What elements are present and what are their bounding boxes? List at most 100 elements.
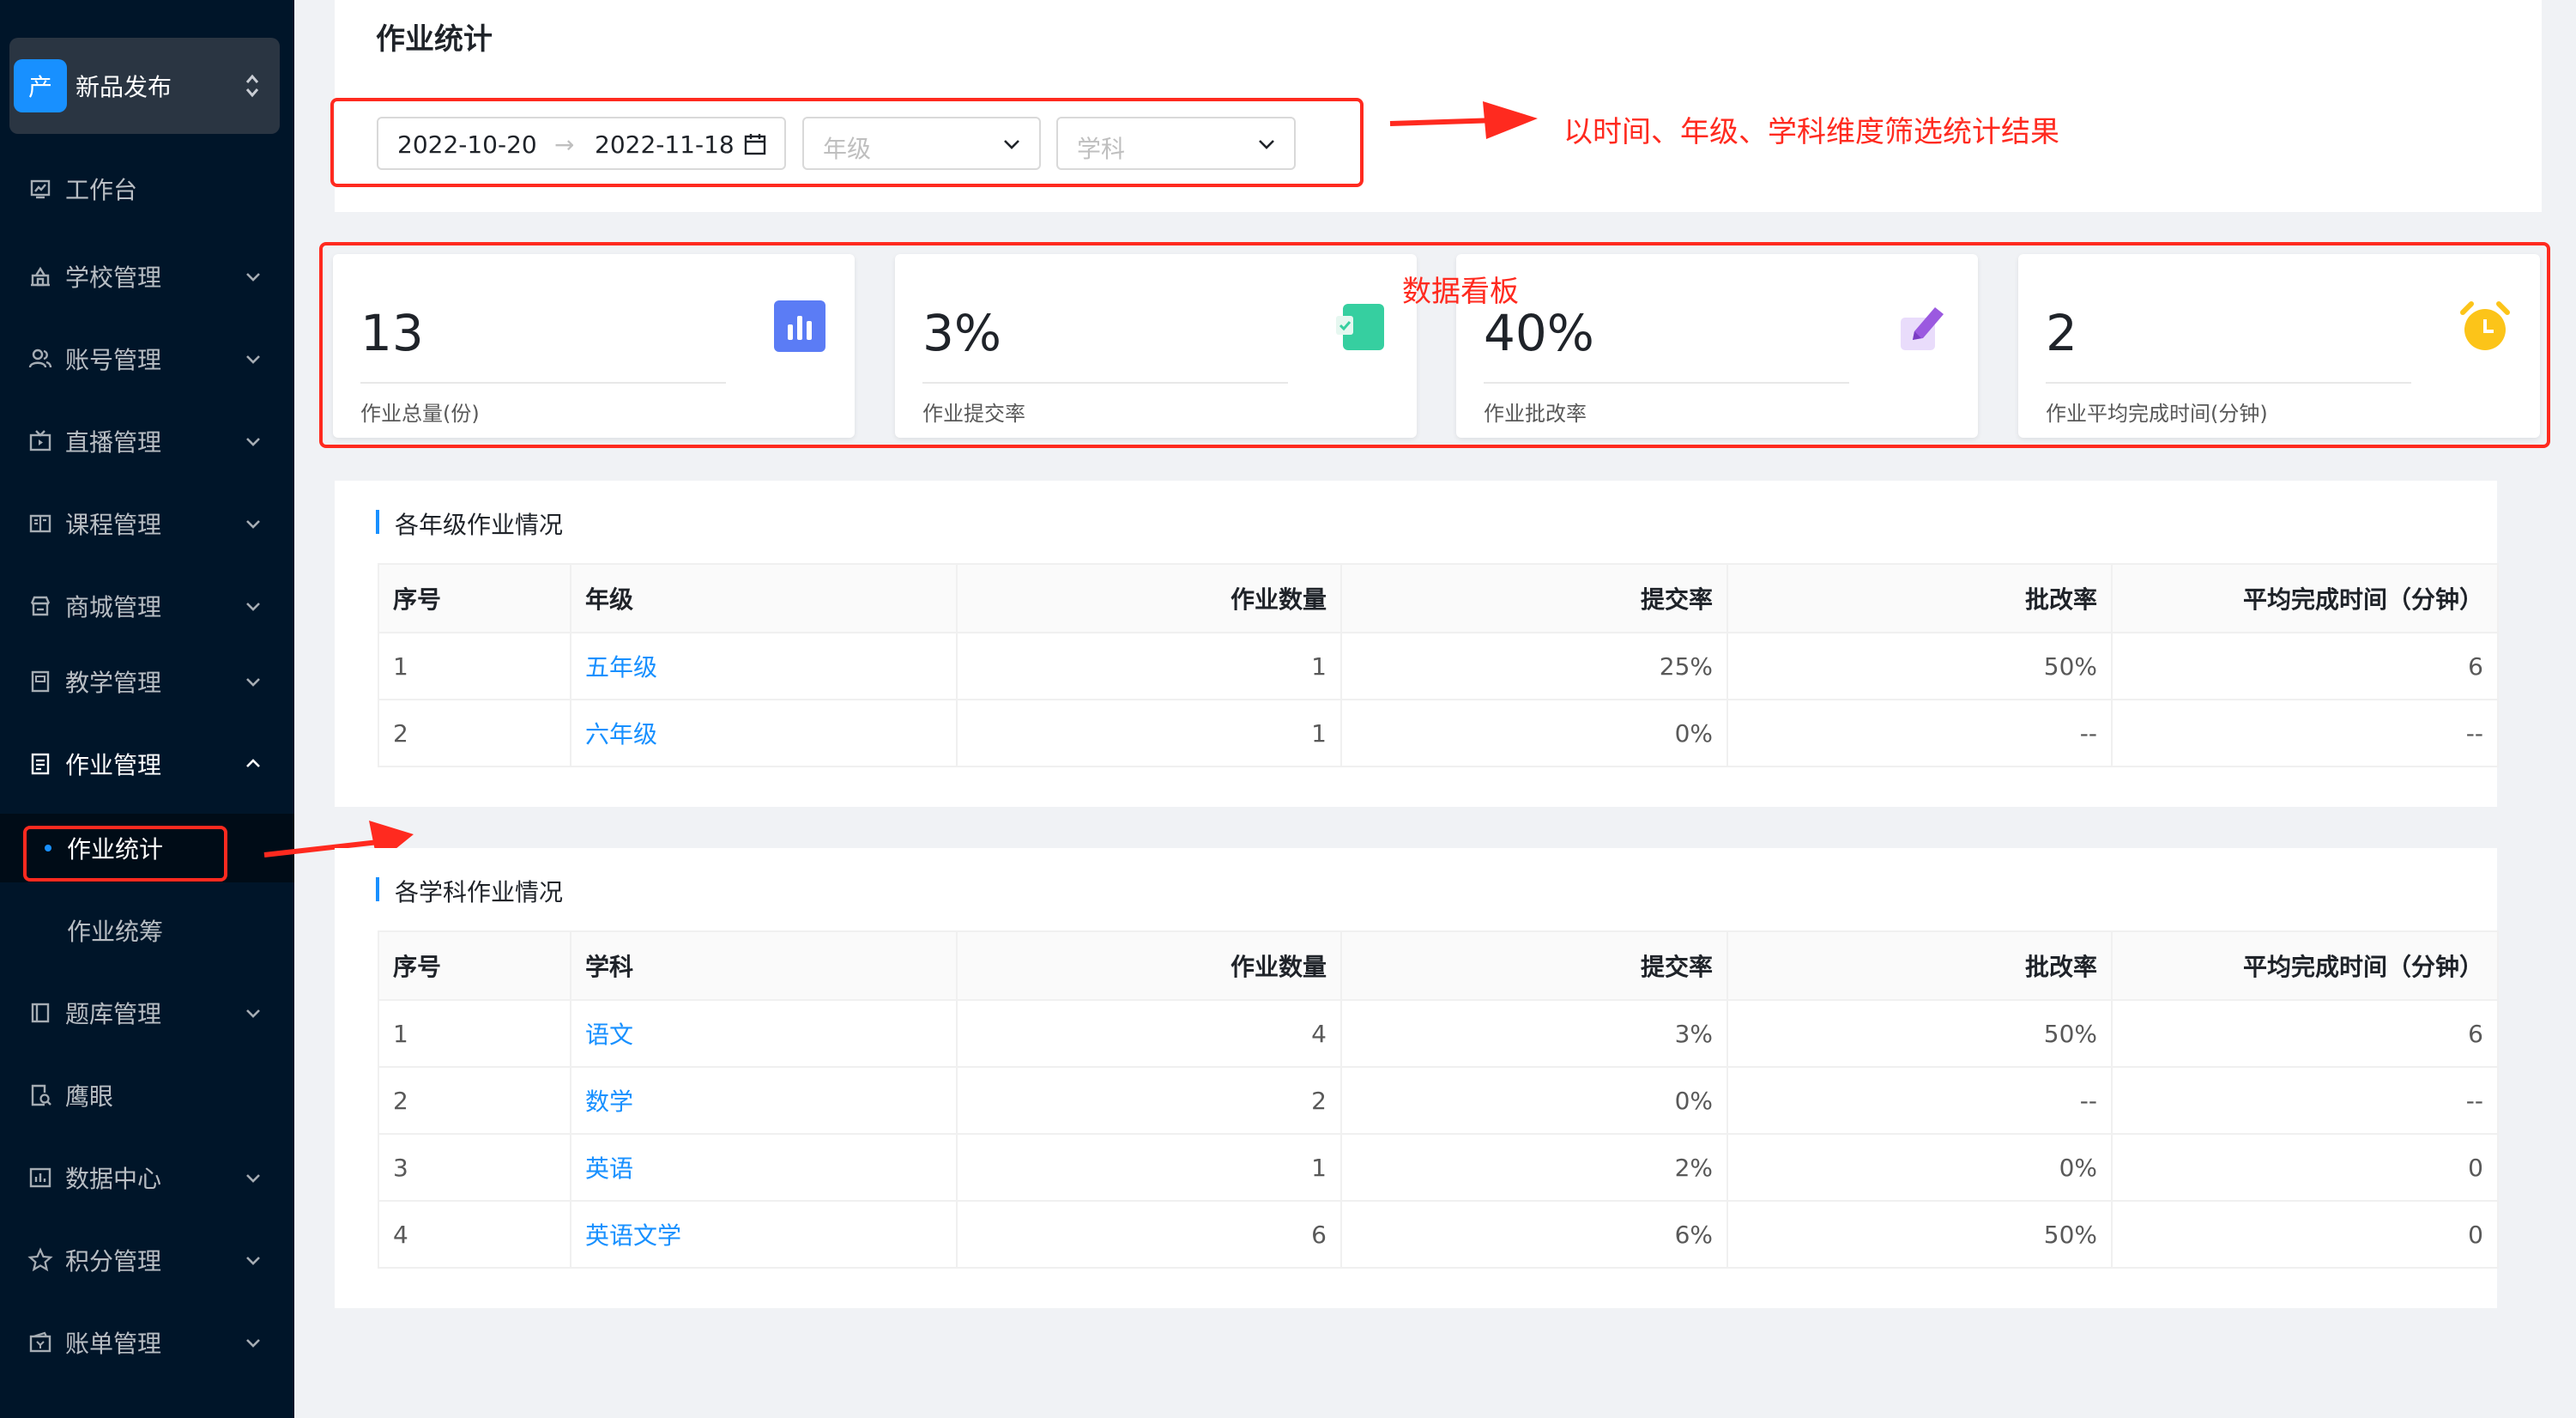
sidebar-item-label: 教学管理 (65, 669, 162, 697)
chevron-down-icon (1004, 140, 1019, 149)
subject-select-placeholder: 学科 (1077, 135, 1126, 163)
date-start-input[interactable]: 2022-10-20 (397, 130, 537, 159)
app-switcher[interactable]: 产 新品发布 (9, 38, 280, 134)
table-cell: 2 (378, 1066, 571, 1135)
grade-select-placeholder: 年级 (823, 135, 872, 163)
grade-select[interactable]: 年级 (802, 117, 1041, 170)
sidebar-subitem-label: 作业统计 (67, 835, 164, 864)
table-row: 3 英语 1 2% 0% 0 (378, 1133, 2499, 1202)
sidebar-item-label: 作业管理 (65, 751, 162, 779)
page-title: 作业统计 (376, 22, 493, 57)
date-end-input[interactable]: 2022-11-18 (595, 130, 735, 159)
dashboard-icon (30, 179, 51, 199)
subject-section-title: 各学科作业情况 (376, 874, 563, 908)
table-header-row: 序号 学科 作业数量 提交率 批改率 平均完成时间（分钟） (378, 930, 2499, 1001)
table-row: 1 五年级 1 25% 50% 6 (378, 632, 2499, 700)
sidebar-item-label: 账号管理 (65, 346, 162, 374)
stat-card-grading-rate: 40% 作业批改率 (1456, 254, 1978, 438)
subject-select[interactable]: 学科 (1056, 117, 1296, 170)
table-cell: 25% (1340, 632, 1728, 700)
table-row: 1 语文 4 3% 50% 6 (378, 999, 2499, 1068)
school-icon (31, 266, 50, 287)
chevron-down-icon (246, 678, 260, 687)
stat-label: 作业总量(份) (360, 402, 480, 426)
chevron-down-icon (246, 603, 260, 611)
table-cell: 50% (1726, 1200, 2113, 1269)
sidebar-item-billing[interactable]: 账单管理 (0, 1308, 294, 1377)
star-icon (27, 1247, 53, 1272)
clipboard-check-icon (1336, 304, 1384, 350)
sidebar-subitem-homework-stats[interactable]: 作业统计 (0, 814, 294, 882)
table-cell: 1 (956, 632, 1342, 700)
sidebar-item-homework[interactable]: 作业管理 (0, 730, 294, 798)
table-cell: 4 (378, 1200, 571, 1269)
sidebar-item-label: 题库管理 (65, 1000, 162, 1028)
sidebar-item-label: 鹰眼 (65, 1082, 114, 1111)
column-header: 批改率 (1726, 930, 2113, 1001)
calendar-icon (744, 134, 766, 155)
table-cell: 0% (1340, 1066, 1728, 1135)
table-cell: 0% (1726, 1133, 2113, 1202)
sidebar-subitem-homework-plan[interactable]: 作业统筹 (0, 896, 294, 965)
stat-value: 13 (360, 304, 424, 362)
table-cell: 1 (378, 999, 571, 1068)
chevron-down-icon (1259, 140, 1274, 149)
table-cell: 0 (2111, 1133, 2499, 1202)
chevron-down-icon (246, 438, 260, 446)
table-cell: 6% (1340, 1200, 1728, 1269)
sidebar-item-live[interactable]: 直播管理 (0, 407, 294, 476)
column-header: 序号 (378, 930, 571, 1001)
wallet-icon (29, 1331, 51, 1353)
grade-link[interactable]: 五年级 (585, 653, 657, 682)
library-icon (31, 1003, 50, 1023)
grade-link[interactable]: 六年级 (585, 720, 657, 748)
table-row: 2 六年级 1 0% -- -- (378, 699, 2499, 767)
sidebar-item-teaching[interactable]: 教学管理 (0, 647, 294, 716)
table-cell: 2 (378, 699, 571, 767)
subject-link[interactable]: 英语 (585, 1154, 633, 1183)
sidebar-item-workbench[interactable]: 工作台 (0, 155, 294, 223)
table-cell: 1 (956, 699, 1342, 767)
column-header: 平均完成时间（分钟） (2111, 930, 2499, 1001)
date-range-picker[interactable]: 2022-10-20 → 2022-11-18 (377, 117, 786, 170)
table-cell: 50% (1726, 632, 2113, 700)
stat-label: 作业批改率 (1484, 402, 1587, 426)
stat-label: 作业平均完成时间(分钟) (2046, 402, 2268, 426)
stat-value: 3% (922, 304, 1002, 362)
stat-divider (922, 382, 1288, 384)
sidebar-item-points[interactable]: 积分管理 (0, 1226, 294, 1294)
sidebar-item-mall[interactable]: 商城管理 (0, 572, 294, 640)
column-header: 学科 (570, 930, 958, 1001)
chevron-down-icon (246, 1339, 260, 1348)
date-separator: → (554, 130, 575, 159)
sidebar-item-label: 直播管理 (65, 428, 162, 457)
sidebar-item-account[interactable]: 账号管理 (0, 324, 294, 393)
sidebar-item-eagle-eye[interactable]: 鹰眼 (0, 1061, 294, 1130)
column-header: 提交率 (1340, 930, 1728, 1001)
table-cell: -- (1726, 699, 2113, 767)
column-header: 序号 (378, 563, 571, 633)
annotation-arrow (1389, 101, 1538, 139)
column-header: 年级 (570, 563, 958, 633)
subject-link[interactable]: 语文 (585, 1021, 633, 1049)
sidebar-item-label: 学校管理 (65, 264, 162, 292)
chevron-down-icon (246, 355, 260, 364)
chevron-down-icon (246, 1174, 260, 1183)
table-cell: 50% (1726, 999, 2113, 1068)
table-header-row: 序号 年级 作业数量 提交率 批改率 平均完成时间（分钟） (378, 563, 2499, 633)
sidebar-item-question-bank[interactable]: 题库管理 (0, 979, 294, 1047)
subject-link[interactable]: 英语文学 (585, 1221, 681, 1250)
chevron-down-icon (246, 1257, 260, 1265)
bar-chart-outline-icon (29, 1167, 51, 1188)
sidebar-item-course[interactable]: 课程管理 (0, 489, 294, 558)
table-cell: -- (2111, 699, 2499, 767)
sidebar-item-data-center[interactable]: 数据中心 (0, 1143, 294, 1212)
sidebar-item-school[interactable]: 学校管理 (0, 242, 294, 311)
bar-chart-icon (774, 300, 825, 352)
subject-link[interactable]: 数学 (585, 1088, 633, 1116)
book-open-icon (29, 514, 51, 533)
sidebar-item-label: 积分管理 (65, 1247, 162, 1276)
grade-section-title: 各年级作业情况 (376, 506, 563, 541)
stat-divider (2046, 382, 2411, 384)
table-cell: 0% (1340, 699, 1728, 767)
